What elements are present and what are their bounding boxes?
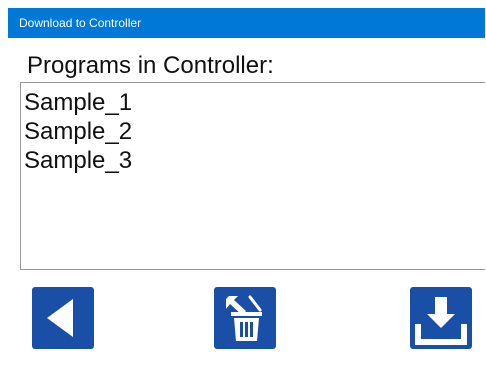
window-title-bar: Download to Controller <box>8 8 485 38</box>
programs-label: Programs in Controller: <box>27 52 274 79</box>
program-list[interactable]: Sample_1 Sample_2 Sample_3 <box>20 82 485 270</box>
delete-button[interactable] <box>214 287 276 349</box>
window-title: Download to Controller <box>19 16 142 30</box>
back-button[interactable] <box>32 287 94 349</box>
download-dialog: Download to Controller Programs in Contr… <box>8 8 485 373</box>
program-item-sample-1[interactable]: Sample_1 <box>24 88 485 117</box>
download-button[interactable] <box>410 287 472 349</box>
page: Download to Controller Programs in Contr… <box>0 0 486 373</box>
program-item-sample-3[interactable]: Sample_3 <box>24 146 485 175</box>
trash-delete-icon <box>226 295 262 341</box>
back-triangle-icon <box>47 299 73 337</box>
program-item-sample-2[interactable]: Sample_2 <box>24 117 485 146</box>
download-arrow-icon <box>415 297 467 345</box>
